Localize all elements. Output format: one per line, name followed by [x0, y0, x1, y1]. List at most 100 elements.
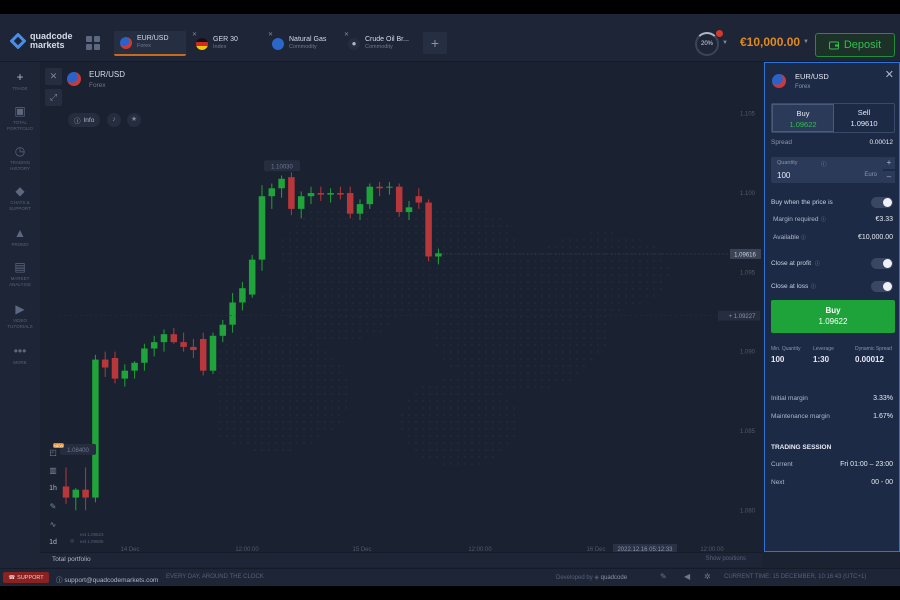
help-icon[interactable]: ⓘ	[821, 216, 826, 223]
map-dot	[345, 211, 347, 213]
sidebar-item-chats-support[interactable]: ◆ CHATS & SUPPORT	[0, 184, 40, 211]
candle-period-selector[interactable]: 1d	[46, 536, 60, 550]
map-dot	[590, 260, 592, 262]
map-dot	[457, 239, 459, 241]
map-dot	[415, 281, 417, 283]
help-icon[interactable]: ⓘ	[815, 260, 820, 267]
star-icon[interactable]: ★	[127, 113, 141, 127]
sidebar-item-total-portfolio[interactable]: ▣ TOTAL PORTFOLIO	[0, 104, 40, 131]
support-email-link[interactable]: ⓘ support@quadcodemarkets.com	[56, 574, 158, 584]
help-icon[interactable]: ⓘ	[811, 283, 816, 290]
sell-tab[interactable]: Sell 1.09610	[834, 104, 894, 132]
map-dot	[597, 330, 599, 332]
map-dot	[352, 253, 354, 255]
close-tab-icon[interactable]: ✕	[344, 32, 349, 38]
asset-tab-crude-oil[interactable]: ✕ ● Crude Oil Br... Commodity	[342, 31, 414, 56]
map-dot	[639, 274, 641, 276]
map-dot	[317, 260, 319, 262]
map-dot	[324, 260, 326, 262]
buy-tab[interactable]: Buy 1.09622	[772, 104, 834, 132]
chevron-down-icon[interactable]: ▼	[722, 40, 728, 46]
map-dot	[219, 393, 221, 395]
quantity-decrease-button[interactable]: –	[883, 171, 895, 183]
sidebar-item-video-tutorials[interactable]: ▶ VIDEO TUTORIALS	[0, 302, 40, 329]
indicators-icon[interactable]: ◰	[46, 446, 60, 460]
sidebar-item-more[interactable]: ••• MORE	[0, 344, 40, 366]
session-current-label: Current	[771, 461, 793, 468]
chart-area[interactable]: 1.105 1.100 1.095 1.090 1.085 1.080 14 Dec 12:0…	[40, 62, 762, 552]
brand-logo[interactable]: quadcode markets	[10, 32, 73, 50]
all-assets-grid-icon[interactable]	[86, 36, 100, 50]
info-button[interactable]: ⓘ Info	[68, 113, 101, 127]
map-dot	[513, 274, 515, 276]
map-dot	[499, 449, 501, 451]
map-dot	[485, 344, 487, 346]
map-dot	[471, 421, 473, 423]
map-dot	[604, 302, 606, 304]
close-at-loss-toggle[interactable]	[871, 281, 893, 292]
map-dot	[289, 288, 291, 290]
map-dot	[632, 239, 634, 241]
close-tab-icon[interactable]: ✕	[192, 32, 197, 38]
map-dot	[471, 309, 473, 311]
quantity-increase-button[interactable]: +	[883, 157, 895, 169]
quantity-field[interactable]: Quantity ⓘ 100 Euro	[771, 157, 883, 183]
close-tab-icon[interactable]: ✕	[268, 32, 273, 38]
total-portfolio-tab[interactable]: Total portfolio	[52, 556, 91, 563]
map-dot	[443, 260, 445, 262]
wave-icon[interactable]: ∿	[46, 518, 60, 532]
map-dot	[275, 358, 277, 360]
map-dot	[499, 372, 501, 374]
buy-when-price-toggle[interactable]	[871, 197, 893, 208]
volume-icon[interactable]: ◀	[684, 572, 690, 581]
chart-type-icon[interactable]: ▥	[46, 464, 60, 478]
map-dot	[499, 316, 501, 318]
sidebar-item-trade[interactable]: + TRADE	[0, 70, 40, 92]
progress-ring[interactable]: 20%	[695, 32, 719, 56]
map-dot	[268, 400, 270, 402]
map-dot	[303, 372, 305, 374]
chevron-down-icon[interactable]: ▼	[803, 39, 809, 45]
close-chart-icon[interactable]: ✕	[45, 68, 62, 85]
timeframe-selector[interactable]: 1h	[46, 482, 60, 496]
asset-tab-eur-usd[interactable]: EUR/USD Forex	[114, 31, 186, 56]
map-dot	[478, 379, 480, 381]
bell-icon[interactable]: ♪	[107, 113, 121, 127]
map-dot	[317, 344, 319, 346]
help-icon[interactable]: ⓘ	[801, 234, 806, 241]
map-dot	[282, 365, 284, 367]
map-dot	[317, 323, 319, 325]
map-dot	[261, 344, 263, 346]
map-dot	[387, 274, 389, 276]
pencil-icon[interactable]: ✎	[46, 500, 60, 514]
account-balance[interactable]: €10,000.00	[740, 35, 800, 49]
map-dot	[345, 225, 347, 227]
sidebar-item-trading-history[interactable]: ◷ TRADING HISTORY	[0, 144, 40, 171]
map-dot	[219, 372, 221, 374]
map-dot	[492, 358, 494, 360]
expand-icon[interactable]: ⤢	[45, 89, 62, 106]
map-dot	[485, 372, 487, 374]
map-dot	[296, 421, 298, 423]
map-dot	[513, 330, 515, 332]
sidebar-item-promo[interactable]: ▲ PROMO	[0, 226, 40, 248]
help-icon[interactable]: ⓘ	[821, 160, 827, 168]
show-positions-button[interactable]: Show positions	[706, 556, 746, 562]
map-dot	[331, 365, 333, 367]
map-dot	[443, 435, 445, 437]
asset-tab-ger-30[interactable]: ✕ GER 30 Index	[190, 31, 262, 56]
sidebar-item-market-analysis[interactable]: ▤ MARKET ANALYSIS	[0, 260, 40, 287]
pencil-icon[interactable]: ✎	[660, 572, 667, 581]
close-at-profit-toggle[interactable]	[871, 258, 893, 269]
close-icon[interactable]: ✕	[885, 68, 894, 81]
buy-button[interactable]: Buy 1.09622	[771, 300, 895, 333]
asset-tab-natural-gas[interactable]: ✕ Natural Gas Commodity	[266, 31, 338, 56]
map-dot	[492, 239, 494, 241]
deposit-button[interactable]: Deposit	[815, 33, 895, 57]
add-tab-button[interactable]: +	[423, 32, 447, 54]
support-button[interactable]: ☎ SUPPORT	[3, 572, 49, 583]
map-dot	[457, 414, 459, 416]
gear-icon[interactable]: ✲	[704, 572, 711, 581]
map-dot	[527, 267, 529, 269]
price-chart[interactable]: 1.1051.1001.0951.0901.0851.08014 Dec 12:0…	[40, 62, 762, 552]
